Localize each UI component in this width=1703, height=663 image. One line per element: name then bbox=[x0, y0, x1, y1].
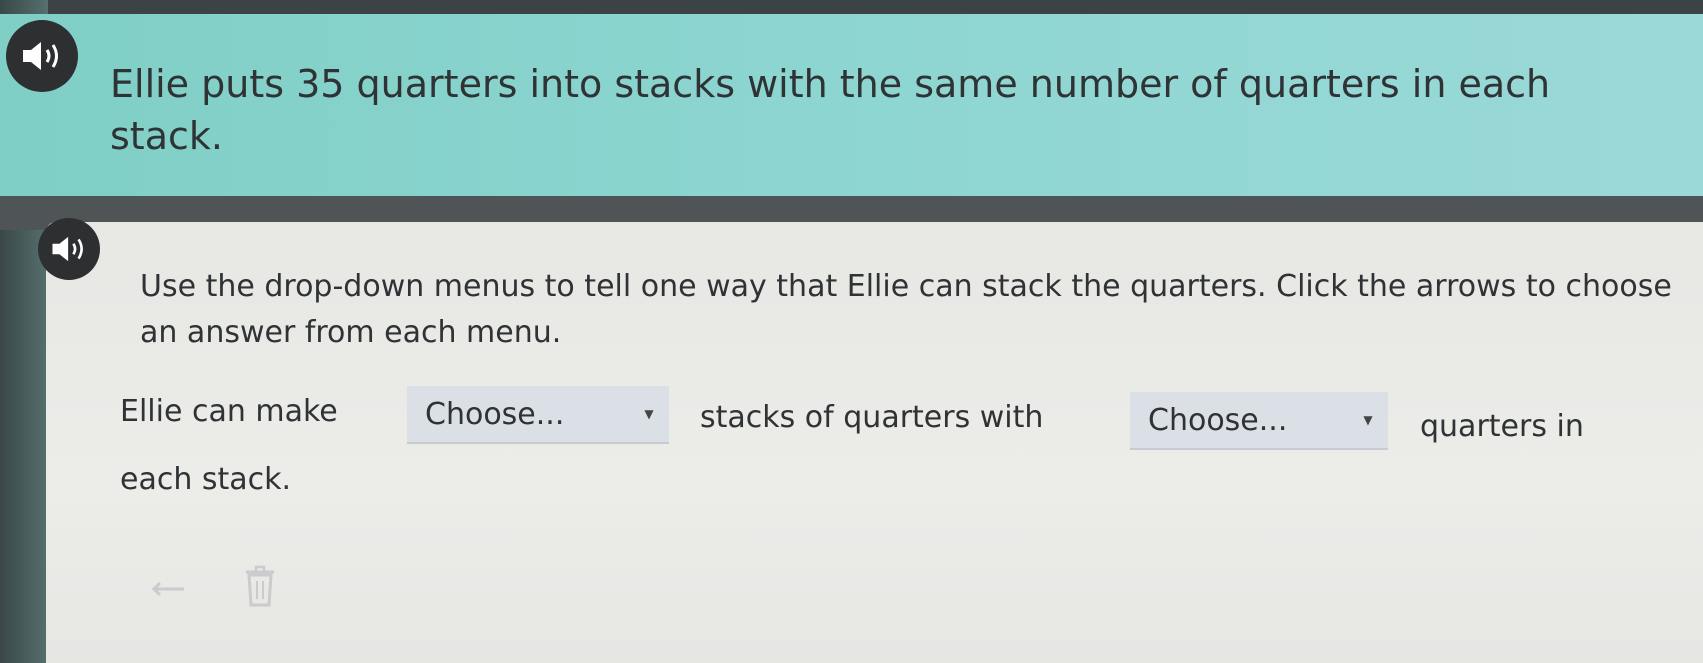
speaker-glyph bbox=[52, 236, 83, 262]
caret-down-icon[interactable]: ▼ bbox=[1348, 413, 1388, 427]
stacks-dropdown[interactable]: Choose... ▼ bbox=[407, 386, 669, 444]
sentence-part-3: quarters in bbox=[1420, 409, 1584, 444]
dropdown-value: Choose... bbox=[425, 396, 565, 432]
dropdown-value: Choose... bbox=[1148, 402, 1288, 438]
sentence-part-1: Ellie can make bbox=[120, 394, 338, 429]
trash-glyph bbox=[246, 565, 274, 607]
speaker-glyph bbox=[23, 42, 58, 70]
quarters-per-stack-dropdown[interactable]: Choose... ▼ bbox=[1130, 392, 1388, 450]
prompt-text: Ellie puts 35 quarters into stacks with … bbox=[110, 62, 1551, 158]
sentence-part-2: stacks of quarters with bbox=[700, 400, 1044, 435]
instruction-text: Use the drop-down menus to tell one way … bbox=[140, 269, 1672, 350]
speaker-icon[interactable] bbox=[38, 218, 100, 280]
caret-down-icon[interactable]: ▼ bbox=[629, 407, 669, 421]
sentence-part-4: each stack. bbox=[120, 462, 292, 497]
trash-icon[interactable] bbox=[238, 560, 282, 612]
undo-icon[interactable] bbox=[148, 574, 192, 604]
speaker-icon[interactable] bbox=[6, 20, 78, 92]
undo-glyph bbox=[151, 581, 184, 597]
